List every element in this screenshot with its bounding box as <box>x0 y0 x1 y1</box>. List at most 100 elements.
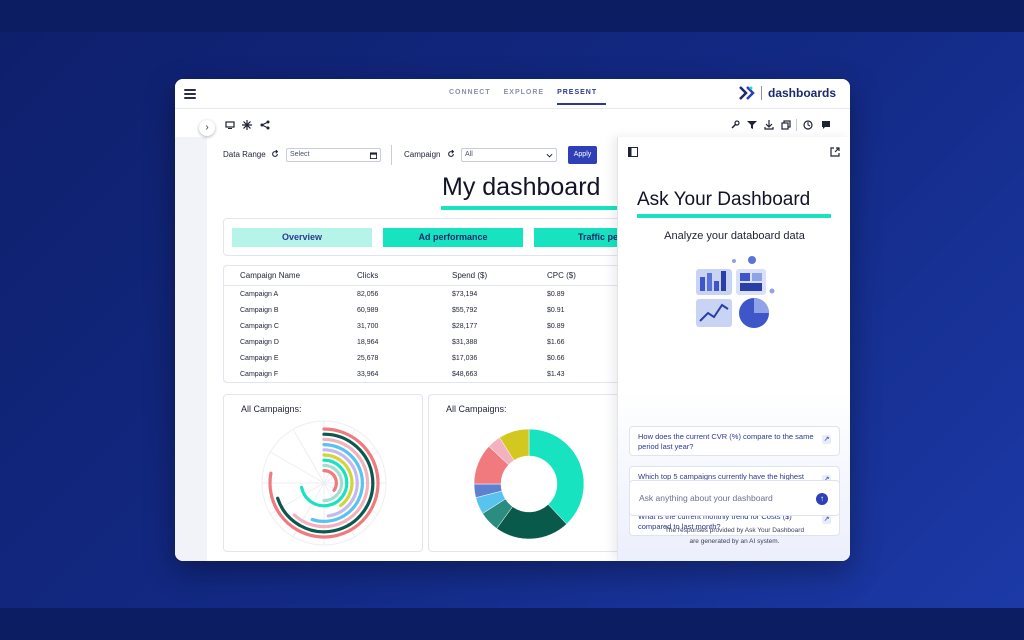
campaign-select[interactable]: All <box>461 148 557 162</box>
nav-explore[interactable]: EXPLORE <box>504 89 553 105</box>
table-cell: $73,194 <box>452 291 478 298</box>
main-nav: CONNECT EXPLORE PRESENT <box>449 89 610 105</box>
left-rail <box>175 137 207 561</box>
reset-icon[interactable] <box>447 150 455 158</box>
background-band-bottom <box>0 608 1024 640</box>
open-external-icon[interactable] <box>830 147 840 157</box>
dashboard-canvas: Data Range Select Campaign All Apply My … <box>207 137 674 561</box>
brand-name: dashboards <box>767 86 836 100</box>
toolbar-divider <box>796 119 797 131</box>
arrow-up-icon: ↑ <box>820 494 824 503</box>
table-cell: 31,700 <box>357 323 379 330</box>
arrow-up-right-icon: ↗ <box>822 435 831 444</box>
column-header[interactable]: CPC ($) <box>547 271 576 280</box>
suggestion-card[interactable]: How does the current CVR (%) compare to … <box>629 426 840 456</box>
download-icon[interactable] <box>764 120 774 130</box>
toolbar <box>175 109 850 137</box>
table-row[interactable]: Campaign D 18,964 $31,388 $1.66 <box>224 336 634 352</box>
apply-button[interactable]: Apply <box>568 146 597 164</box>
panel-title-underline <box>637 214 831 218</box>
disclaimer-line: The responses provided by Ask Your Dashb… <box>664 527 805 534</box>
column-header[interactable]: Campaign Name <box>240 271 300 280</box>
suggestion-text: How does the current CVR (%) compare to … <box>638 432 814 451</box>
column-header[interactable]: Clicks <box>357 271 378 280</box>
analytics-illustration-icon <box>696 256 775 328</box>
snowflake-icon[interactable] <box>242 120 252 130</box>
table-cell: $0.66 <box>547 355 565 362</box>
filter-divider <box>391 145 392 165</box>
table-row[interactable]: Campaign E 25,678 $17,036 $0.66 <box>224 352 634 368</box>
panel-subtitle: Analyze your databoard data <box>664 230 805 242</box>
brand[interactable]: dashboards <box>739 86 836 100</box>
table-row[interactable]: Campaign A 82,056 $73,194 $0.89 <box>224 288 634 304</box>
table-row[interactable]: Campaign B 60,989 $55,792 $0.91 <box>224 304 634 320</box>
chevron-down-icon <box>546 153 553 158</box>
table-cell: Campaign E <box>240 355 279 362</box>
table-cell: $0.89 <box>547 323 565 330</box>
table-cell: $28,177 <box>452 323 478 330</box>
table-cell: $17,036 <box>452 355 478 362</box>
donut-slice <box>528 428 585 525</box>
ask-input[interactable]: Ask anything about your dashboard ↑ <box>629 480 840 516</box>
panel-title: Ask Your Dashboard <box>637 189 811 210</box>
filter-icon[interactable] <box>747 120 757 130</box>
table-cell: $48,663 <box>452 371 478 378</box>
table-cell: Campaign B <box>240 307 279 314</box>
radial-chart-card: All Campaigns: <box>223 394 423 552</box>
table-cell: 25,678 <box>357 355 379 362</box>
table-cell: 82,056 <box>357 291 379 298</box>
monitor-icon[interactable] <box>225 120 235 130</box>
table-cell: Campaign C <box>240 323 279 330</box>
table-cell: Campaign D <box>240 339 279 346</box>
clock-icon[interactable] <box>803 120 813 130</box>
reset-icon[interactable] <box>271 150 279 158</box>
radial-grid-line <box>270 451 325 484</box>
dashboard-title: My dashboard <box>442 173 601 201</box>
ai-disclaimer: The responses provided by Ask Your Dashb… <box>618 525 850 547</box>
table-cell: 18,964 <box>357 339 379 346</box>
table-cell: $1.43 <box>547 371 565 378</box>
data-range-input[interactable]: Select <box>286 148 381 162</box>
donut-chart-card: All Campaigns: <box>428 394 628 552</box>
ask-input-placeholder: Ask anything about your dashboard <box>639 493 773 503</box>
send-button[interactable]: ↑ <box>816 493 828 505</box>
hamburger-menu-icon[interactable] <box>184 89 196 99</box>
table-cell: Campaign F <box>240 371 279 378</box>
filter-bar: Data Range Select Campaign All Apply <box>223 145 623 165</box>
copy-icon[interactable] <box>781 120 791 130</box>
wrench-icon[interactable] <box>730 120 740 130</box>
expand-sidebar-button[interactable]: › <box>199 120 215 136</box>
radial-bar-chart <box>261 420 387 546</box>
arrow-up-right-icon: ↗ <box>822 515 831 524</box>
table-row[interactable]: Campaign C 31,700 $28,177 $0.89 <box>224 320 634 336</box>
top-bar: CONNECT EXPLORE PRESENT dashboards <box>175 79 850 109</box>
table-cell: $55,792 <box>452 307 478 314</box>
campaign-label: Campaign <box>404 150 441 159</box>
background-band-top <box>0 0 1024 32</box>
data-range-placeholder: Select <box>290 151 310 158</box>
tabs-card: Overview Ad performance Traffic perfo <box>223 218 674 256</box>
data-range-label: Data Range <box>223 150 266 159</box>
chat-icon[interactable] <box>821 120 831 130</box>
share-icon[interactable] <box>260 120 270 130</box>
chevron-right-icon: › <box>205 122 209 133</box>
title-underline <box>441 206 617 210</box>
table-cell: Campaign A <box>240 291 279 298</box>
brand-divider <box>760 86 762 100</box>
tab-overview[interactable]: Overview <box>232 228 372 247</box>
table-row[interactable]: Campaign F 33,964 $48,663 $1.43 <box>224 368 634 384</box>
table-header: Campaign Name Clicks Spend ($) CPC ($) <box>224 266 634 286</box>
table-cell: 60,989 <box>357 307 379 314</box>
calendar-icon[interactable] <box>370 152 377 159</box>
radial-grid-line <box>292 429 325 484</box>
sidebar-layout-icon[interactable] <box>628 147 638 157</box>
donut-chart <box>473 428 585 540</box>
ask-panel: Ask Your Dashboard Analyze your databoar… <box>617 137 850 561</box>
column-header[interactable]: Spend ($) <box>452 271 487 280</box>
disclaimer-line: are generated by an AI system. <box>689 538 780 545</box>
tab-ad-performance[interactable]: Ad performance <box>383 228 523 247</box>
table-cell: $0.89 <box>547 291 565 298</box>
nav-present[interactable]: PRESENT <box>557 89 607 105</box>
table-cell: $1.66 <box>547 339 565 346</box>
nav-connect[interactable]: CONNECT <box>449 89 500 105</box>
